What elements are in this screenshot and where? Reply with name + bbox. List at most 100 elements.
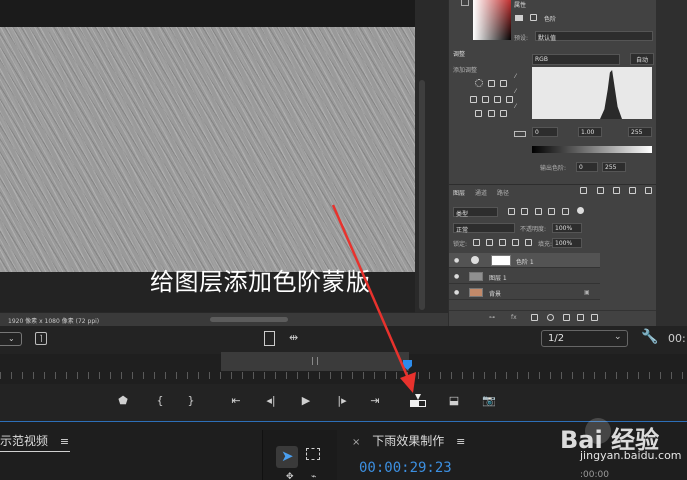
resolution-dropdown[interactable]: 1/2 ⌄ (541, 330, 628, 347)
filter-type-icon[interactable] (535, 208, 542, 215)
panel-menu-icon[interactable]: ≡ (60, 435, 69, 448)
new-group-icon[interactable] (563, 314, 570, 321)
filter-shape-icon[interactable] (548, 208, 555, 215)
reset-icon[interactable] (613, 187, 620, 194)
input-gamma-field[interactable]: 1.00 (578, 127, 602, 137)
curves-icon[interactable] (500, 80, 507, 87)
eye-icon[interactable]: ● (454, 273, 459, 280)
add-marker-icon[interactable]: ⬟ (115, 393, 131, 409)
invert-icon[interactable] (475, 110, 482, 117)
layer-row-layer1[interactable]: ● 图层 1 (449, 269, 600, 284)
layer-row-background[interactable]: ● 背景 ▣ (449, 285, 600, 300)
wrench-icon[interactable]: 🔧 (641, 329, 658, 345)
vibrance-icon[interactable] (470, 96, 477, 103)
output-black-field[interactable]: 0 (576, 162, 598, 172)
filter-adjustment-icon[interactable] (521, 208, 528, 215)
lock-label: 锁定: (453, 241, 468, 248)
preset-dropdown[interactable]: 默认值 (535, 31, 653, 42)
layer-name[interactable]: 色阶 1 (516, 257, 534, 266)
ps-horizontal-scroll-thumb[interactable] (210, 317, 288, 322)
ripple-edit-icon[interactable]: ✥ (286, 472, 294, 480)
step-back-icon[interactable]: ◂| (263, 393, 279, 409)
color-picker-field[interactable] (473, 0, 511, 40)
step-forward-icon[interactable]: |▸ (334, 393, 350, 409)
threshold-icon[interactable] (500, 110, 507, 117)
filter-smart-icon[interactable] (562, 208, 569, 215)
new-adjustment-icon[interactable] (547, 314, 554, 321)
eyedropper-black-icon[interactable]: ⁄ (515, 73, 516, 80)
mark-in-icon[interactable]: { (152, 393, 168, 409)
black-white-icon[interactable] (506, 96, 513, 103)
razor-icon[interactable]: ⌁ (311, 472, 316, 480)
project-tab[interactable]: 示范视频 ≡ (0, 432, 69, 449)
channel-dropdown[interactable]: RGB (532, 54, 620, 65)
mask-icon[interactable] (530, 14, 537, 21)
tab-paths[interactable]: 路径 (497, 188, 509, 197)
go-to-in-icon[interactable]: ⇤ (228, 393, 244, 409)
go-to-out-icon[interactable]: ⇥ (367, 393, 383, 409)
brightness-icon[interactable] (475, 79, 483, 87)
eye-icon[interactable]: ● (454, 289, 459, 296)
blend-mode-dropdown[interactable]: 正常 (453, 223, 515, 234)
fx-icon[interactable]: fx (511, 314, 517, 321)
tab-layers[interactable]: 图层 (453, 188, 465, 197)
adjustments-title[interactable]: 调整 (453, 49, 465, 58)
filter-pixel-icon[interactable] (508, 208, 515, 215)
ps-canvas-frame-top (0, 0, 415, 27)
layer-mask-thumbnail[interactable] (491, 255, 511, 266)
insert-icon[interactable] (407, 394, 429, 410)
new-layer-icon[interactable] (577, 314, 584, 321)
panel-menu-icon[interactable]: ≡ (456, 435, 465, 448)
safe-margins-icon[interactable]: ⌉ (35, 332, 47, 345)
layer-name[interactable]: 图层 1 (489, 273, 507, 282)
drag-audio-icon[interactable]: ⇹ (289, 331, 298, 344)
posterize-icon[interactable] (488, 110, 495, 117)
lock-artboard-icon[interactable] (512, 239, 519, 246)
overwrite-icon[interactable]: ⬓ (446, 393, 462, 409)
input-white-field[interactable]: 255 (628, 127, 652, 137)
layer-name[interactable]: 背景 (489, 289, 501, 298)
filmstrip-icon[interactable] (264, 331, 275, 346)
selection-tool[interactable]: ➤ (276, 446, 298, 468)
play-icon[interactable]: ▶ (298, 393, 314, 409)
delete-layer-icon[interactable] (591, 314, 598, 321)
eyedropper-gray-icon[interactable]: ⁄ (515, 88, 516, 95)
fill-field[interactable]: 100% (552, 238, 582, 248)
visibility-icon[interactable] (629, 187, 636, 194)
fit-dropdown[interactable]: ⌄ (0, 332, 22, 346)
sequence-timecode[interactable]: 00:00:29:23 (359, 460, 452, 476)
link-layers-icon[interactable]: ⊶ (489, 314, 495, 321)
range-grip-icon[interactable] (312, 357, 318, 365)
ps-canvas-rain-image[interactable] (0, 27, 415, 272)
delete-adjustment-icon[interactable] (645, 187, 652, 194)
close-icon[interactable]: × (352, 437, 360, 448)
levels-adjust-icon[interactable] (488, 80, 495, 87)
sequence-tab[interactable]: × 下雨效果制作 ≡ (352, 432, 465, 449)
output-white-field[interactable]: 255 (602, 162, 626, 172)
auto-button[interactable]: 自动 (630, 53, 654, 65)
clip-layer-icon[interactable] (580, 187, 587, 194)
color-balance-icon[interactable] (494, 96, 501, 103)
lock-pixels-icon[interactable] (486, 239, 493, 246)
filter-toggle-icon[interactable] (577, 207, 584, 214)
view-previous-icon[interactable] (597, 187, 604, 194)
opacity-field[interactable]: 100% (552, 223, 582, 233)
clip-warning-icon[interactable] (514, 131, 526, 137)
layer-filter-dropdown[interactable]: 类型 (453, 207, 498, 218)
ps-vertical-scroll-thumb[interactable] (419, 80, 425, 310)
export-frame-icon[interactable]: 📷 (481, 393, 497, 409)
lock-transparent-icon[interactable] (473, 239, 480, 246)
ps-panel-scrollbar[interactable] (656, 0, 687, 326)
input-black-field[interactable]: 0 (532, 127, 558, 137)
eyedropper-white-icon[interactable]: ⁄ (515, 103, 516, 110)
hue-saturation-icon[interactable] (482, 96, 489, 103)
eye-icon[interactable]: ● (454, 257, 459, 264)
track-select-icon[interactable] (306, 448, 320, 460)
lock-all-icon[interactable] (525, 239, 532, 246)
lock-position-icon[interactable] (499, 239, 506, 246)
mark-out-icon[interactable]: } (183, 393, 199, 409)
tab-channels[interactable]: 通道 (475, 188, 487, 197)
layer-row-levels[interactable]: ● 色阶 1 (449, 253, 600, 268)
add-mask-icon[interactable] (531, 314, 538, 321)
properties-tab[interactable]: 属性 (514, 0, 526, 9)
